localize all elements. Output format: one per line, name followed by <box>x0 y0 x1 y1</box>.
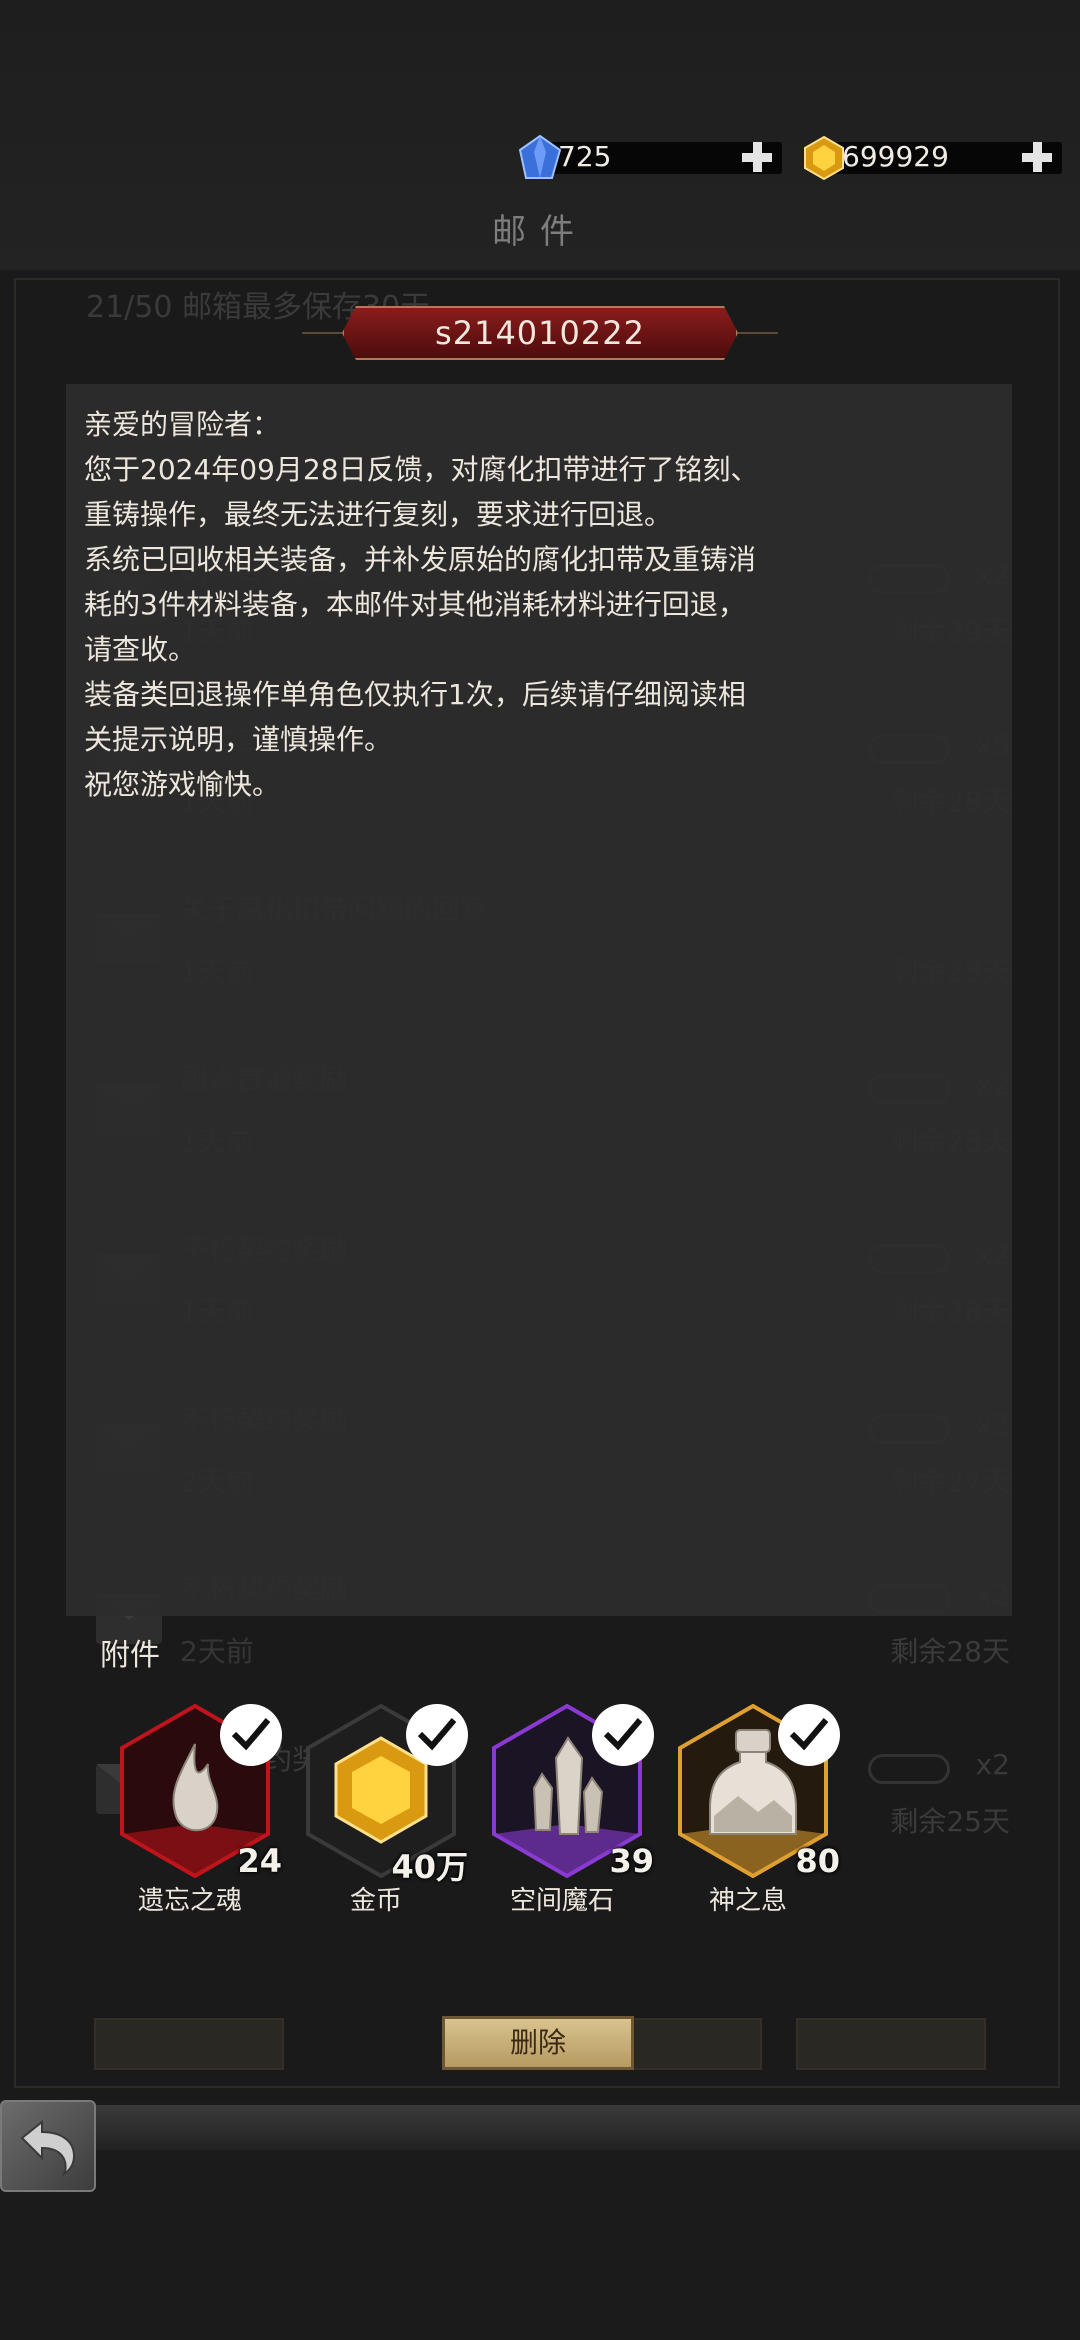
mail-row-time: 2天前 <box>180 1635 254 1668</box>
mail-row-qty: x2 <box>975 1748 1010 1781</box>
gold-amount: 699929 <box>842 140 949 173</box>
mail-body-line: 祝您游戏愉快。 <box>84 768 281 801</box>
item-name: 遗忘之魂 <box>137 1886 242 1916</box>
background-button-left <box>94 2018 284 2070</box>
mail-id: s214010222 <box>435 314 645 352</box>
selected-check-icon <box>592 1704 654 1766</box>
mail-body-line: 重铸操作，最终无法进行复刻，要求进行回退。 <box>84 498 673 531</box>
item-name: 空间魔石 <box>509 1886 614 1916</box>
mail-content-panel: 亲爱的冒险者： 您于2024年09月28日反馈，对腐化扣带进行了铭刻、 重铸操作… <box>66 384 1012 1616</box>
blue-crystal-icon <box>518 134 562 179</box>
item-count: 24 <box>237 1842 282 1880</box>
mail-body-line: 系统已回收相关装备，并补发原始的腐化扣带及重铸消 <box>84 543 757 576</box>
mail-body-line: 亲爱的冒险者： <box>84 408 281 441</box>
add-gold-plus-icon[interactable] <box>1020 140 1054 174</box>
delete-button[interactable]: 删除 <box>442 2016 634 2070</box>
mail-body-line: 您于2024年09月28日反馈，对腐化扣带进行了铭刻、 <box>84 453 759 486</box>
item-name: 金币 <box>349 1886 402 1916</box>
attachment-heading: 附件 <box>100 1638 160 1673</box>
selected-check-icon <box>406 1704 468 1766</box>
mail-body-line: 装备类回退操作单角色仅执行1次，后续请仔细阅读相 <box>84 678 746 711</box>
bottom-bar <box>0 2105 1080 2150</box>
attachment-item-space-stone[interactable]: 39 空间魔石 <box>482 1700 662 1920</box>
item-count: 80 <box>795 1842 840 1880</box>
selected-check-icon <box>778 1704 840 1766</box>
back-button[interactable] <box>0 2100 96 2192</box>
attachment-item-gold[interactable]: 40万 金币 <box>296 1700 476 1920</box>
mail-body-line: 耗的3件材料装备，本邮件对其他消耗材料进行回退， <box>84 588 746 621</box>
item-count: 39 <box>609 1842 654 1880</box>
add-gems-plus-icon[interactable] <box>740 140 774 174</box>
mail-row-remaining: 剩余25天 <box>890 1805 1010 1838</box>
mail-id-banner: s214010222 <box>302 306 778 360</box>
selected-check-icon <box>220 1704 282 1766</box>
mail-row-remaining: 剩余28天 <box>890 1635 1010 1668</box>
attachment-item-soul[interactable]: 24 遗忘之魂 <box>110 1700 290 1920</box>
gold-gem-icon <box>804 135 844 181</box>
banner-rule-left <box>302 332 342 334</box>
item-name: 神之息 <box>708 1886 787 1916</box>
screen-title: 邮件 <box>492 212 588 252</box>
attachment-item-divine-breath[interactable]: 80 神之息 <box>668 1700 848 1920</box>
mail-body: 亲爱的冒险者： 您于2024年09月28日反馈，对腐化扣带进行了铭刻、 重铸操作… <box>84 402 1004 807</box>
mail-body-line: 关提示说明，谨慎操作。 <box>84 723 393 756</box>
back-arrow-icon <box>20 2119 76 2176</box>
background-button-right <box>796 2018 986 2070</box>
banner-rule-right <box>738 332 778 334</box>
gem-amount: 725 <box>558 140 612 173</box>
mail-body-line: 请查收。 <box>84 633 197 666</box>
attachment-pill-icon <box>868 1754 950 1784</box>
